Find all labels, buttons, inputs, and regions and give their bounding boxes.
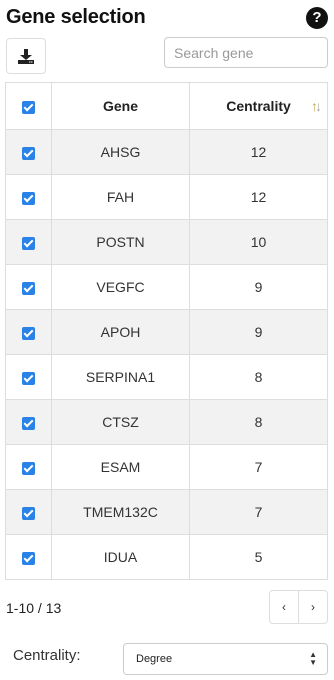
download-icon: [18, 48, 34, 64]
table-row[interactable]: AHSG 12: [5, 129, 328, 175]
row-checkbox[interactable]: [22, 416, 35, 430]
sort-arrows-icon[interactable]: ↑↓: [311, 98, 322, 114]
centrality-cell: 9: [189, 264, 328, 310]
gene-cell: IDUA: [51, 534, 190, 580]
gene-cell: POSTN: [51, 219, 190, 265]
centrality-cell: 5: [189, 534, 328, 580]
gene-cell: CTSZ: [51, 399, 190, 445]
centrality-select-value: Degree: [136, 653, 173, 665]
table-row[interactable]: IDUA 5: [5, 534, 328, 580]
table-row[interactable]: ESAM 7: [5, 444, 328, 490]
table-row[interactable]: TMEM132C 7: [5, 489, 328, 535]
row-checkbox-cell: [5, 129, 52, 175]
pagination-controls: ‹ ›: [269, 590, 328, 624]
gene-cell: ESAM: [51, 444, 190, 490]
row-checkbox-cell: [5, 264, 52, 310]
row-checkbox-cell: [5, 309, 52, 355]
centrality-cell: 7: [189, 444, 328, 490]
table-row[interactable]: FAH 12: [5, 174, 328, 220]
table-row[interactable]: CTSZ 8: [5, 399, 328, 445]
centrality-cell: 12: [189, 129, 328, 175]
row-checkbox[interactable]: [22, 236, 35, 250]
next-page-button[interactable]: ›: [298, 591, 327, 623]
row-checkbox-cell: [5, 399, 52, 445]
row-checkbox[interactable]: [22, 371, 35, 385]
centrality-cell: 10: [189, 219, 328, 265]
centrality-cell: 9: [189, 309, 328, 355]
row-checkbox[interactable]: [22, 326, 35, 340]
gene-cell: TMEM132C: [51, 489, 190, 535]
centrality-select[interactable]: Degree ▲ ▼: [123, 643, 328, 675]
select-all-cell: [5, 82, 52, 130]
row-checkbox[interactable]: [22, 281, 35, 295]
row-checkbox-cell: [5, 444, 52, 490]
column-header-gene[interactable]: Gene: [51, 82, 190, 130]
select-all-checkbox[interactable]: [22, 100, 35, 114]
search-input[interactable]: [164, 37, 328, 68]
row-checkbox[interactable]: [22, 191, 35, 205]
row-checkbox[interactable]: [22, 461, 35, 475]
centrality-cell: 7: [189, 489, 328, 535]
row-checkbox-cell: [5, 174, 52, 220]
table-row[interactable]: VEGFC 9: [5, 264, 328, 310]
row-checkbox[interactable]: [22, 551, 35, 565]
row-checkbox-cell: [5, 534, 52, 580]
row-checkbox[interactable]: [22, 146, 35, 160]
column-header-centrality[interactable]: Centrality ↑↓: [189, 82, 328, 130]
gene-cell: FAH: [51, 174, 190, 220]
select-arrows-icon: ▲ ▼: [309, 650, 317, 667]
gene-table: Gene Centrality ↑↓ AHSG 12 FAH 12 POSTN …: [5, 82, 328, 580]
question-circle-icon[interactable]: ?: [306, 7, 328, 29]
table-row[interactable]: APOH 9: [5, 309, 328, 355]
row-checkbox-cell: [5, 489, 52, 535]
row-checkbox-cell: [5, 354, 52, 400]
pagination-info: 1-10 / 13: [6, 600, 62, 616]
centrality-cell: 8: [189, 354, 328, 400]
centrality-cell: 12: [189, 174, 328, 220]
table-row[interactable]: SERPINA1 8: [5, 354, 328, 400]
row-checkbox[interactable]: [22, 506, 35, 520]
table-header-row: Gene Centrality ↑↓: [5, 82, 328, 130]
gene-cell: VEGFC: [51, 264, 190, 310]
page-title: Gene selection: [6, 6, 146, 28]
gene-cell: AHSG: [51, 129, 190, 175]
table-row[interactable]: POSTN 10: [5, 219, 328, 265]
row-checkbox-cell: [5, 219, 52, 265]
column-header-centrality-label: Centrality: [226, 98, 291, 114]
centrality-cell: 8: [189, 399, 328, 445]
gene-cell: APOH: [51, 309, 190, 355]
download-button[interactable]: [6, 38, 46, 74]
gene-cell: SERPINA1: [51, 354, 190, 400]
header: Gene selection ?: [6, 4, 328, 32]
centrality-label: Centrality:: [13, 647, 81, 664]
prev-page-button[interactable]: ‹: [270, 591, 298, 623]
